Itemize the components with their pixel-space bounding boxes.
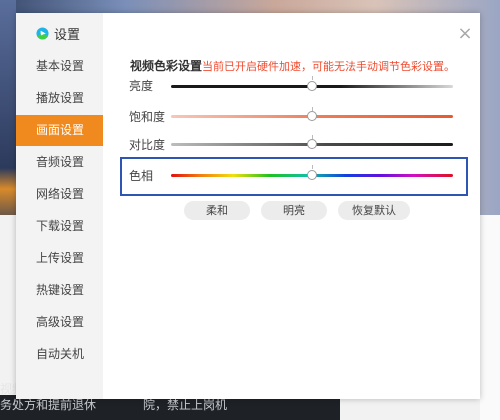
sidebar-item-network[interactable]: 网络设置 [16,179,103,210]
close-icon[interactable]: × [457,25,473,43]
sidebar-item-auto-shutdown[interactable]: 自动关机 [16,339,103,370]
color-settings-title: 视频色彩设置 [130,59,203,73]
hue-label: 色相 [129,169,154,183]
hardware-acceleration-warning: 当前已开启硬件加速，可能无法手动调节色彩设置。 [202,60,455,73]
saturation-slider-thumb[interactable] [307,111,317,121]
sidebar-item-playback[interactable]: 播放设置 [16,83,103,114]
brightness-center-tick [312,76,313,80]
background-right-panel [480,215,500,420]
restore-default-button[interactable]: 恢复默认 [338,201,410,220]
sidebar-item-audio[interactable]: 音频设置 [16,147,103,178]
contrast-slider-thumb[interactable] [307,139,317,149]
soft-preset-button[interactable]: 柔和 [184,201,250,220]
sidebar-item-advanced[interactable]: 高级设置 [16,307,103,338]
app-logo-icon [36,27,49,40]
sidebar-header: 设置 [36,24,80,43]
bright-preset-button[interactable]: 明亮 [261,201,327,220]
sidebar-item-hotkeys[interactable]: 热键设置 [16,275,103,306]
sidebar-item-download[interactable]: 下载设置 [16,211,103,242]
saturation-label: 饱和度 [129,110,166,124]
settings-dialog: 设置 基本设置 播放设置 画面设置 音频设置 网络设置 下载设置 上传设置 热键… [16,13,480,399]
brightness-slider-thumb[interactable] [307,81,317,91]
brightness-label: 亮度 [129,79,154,93]
sidebar-item-basic[interactable]: 基本设置 [16,51,103,82]
sidebar-item-upload[interactable]: 上传设置 [16,243,103,274]
settings-sidebar: 设置 基本设置 播放设置 画面设置 音频设置 网络设置 下载设置 上传设置 热键… [16,13,103,399]
dialog-title: 设置 [54,28,81,43]
contrast-label: 对比度 [129,138,166,152]
sidebar-item-display[interactable]: 画面设置 [16,115,103,146]
hue-slider-thumb[interactable] [307,170,317,180]
hue-center-tick [312,165,313,169]
